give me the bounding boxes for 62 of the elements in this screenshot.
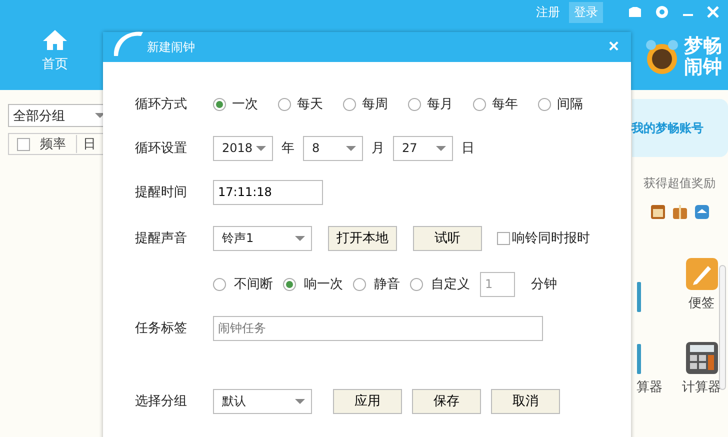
field-label: 任务标签 (135, 320, 188, 337)
group-dropdown[interactable]: 默认 (213, 388, 312, 414)
dialog-title: 新建闹钟 (147, 38, 195, 56)
unit-label: 分钟 (531, 276, 557, 293)
unit-label: 日 (460, 140, 476, 157)
tool-label[interactable]: 计算器 (682, 378, 721, 396)
checkbox-label: 响铃同时报时 (512, 230, 590, 247)
column-header: 频率 (40, 136, 66, 153)
dropdown[interactable]: 27 (393, 136, 453, 160)
radio-button[interactable] (410, 278, 423, 290)
radio-button[interactable] (213, 98, 226, 110)
field-label: 选择分组 (135, 393, 188, 410)
button[interactable]: 试听 (413, 226, 482, 250)
dropdown[interactable]: 8 (303, 136, 363, 160)
checkbox[interactable] (17, 138, 30, 150)
radio-button[interactable] (353, 278, 366, 290)
reward-text: 获得超值奖励 (644, 175, 716, 192)
tag-field[interactable]: 闹钟任务 (213, 316, 543, 340)
checkbox[interactable] (497, 232, 510, 244)
field-label: 循环设置 (135, 140, 188, 157)
option-label: 一次 (232, 96, 258, 113)
option-label: 每月 (427, 96, 453, 113)
radio-button[interactable] (538, 98, 551, 110)
tool-label[interactable]: 便签 (688, 294, 714, 312)
radio-button[interactable] (473, 98, 486, 110)
unit-label: 年 (280, 140, 296, 157)
scrollbar[interactable] (719, 265, 726, 390)
option-label: 响一次 (304, 276, 343, 293)
unit-label: 月 (370, 140, 386, 157)
option-label: 每天 (297, 96, 323, 113)
radio-button[interactable] (213, 278, 226, 290)
settings-icon[interactable] (654, 4, 670, 20)
radio-button[interactable] (278, 98, 291, 110)
field-label: 提醒声音 (135, 230, 188, 247)
button[interactable]: 取消 (491, 388, 560, 414)
close-icon[interactable] (706, 5, 720, 19)
option-label: 间隔 (557, 96, 583, 113)
gift-icon[interactable] (672, 204, 688, 220)
button[interactable]: 保存 (412, 388, 481, 414)
option-label: 自定义 (431, 276, 470, 293)
calendar-icon[interactable] (650, 204, 666, 220)
option-label: 静音 (374, 276, 400, 293)
field-label: 循环方式 (135, 96, 188, 113)
option-label: 每年 (492, 96, 518, 113)
radio-button[interactable] (408, 98, 421, 110)
calculator-icon[interactable] (686, 342, 718, 374)
time-field[interactable]: 17:11:18 (213, 180, 323, 204)
option-label: 每周 (362, 96, 388, 113)
radio-button[interactable] (343, 98, 356, 110)
field-label: 提醒时间 (135, 184, 188, 201)
radio-button[interactable] (283, 278, 296, 290)
column-header: 日 (76, 135, 96, 153)
pencil-icon[interactable] (686, 258, 718, 290)
option-label: 不间断 (234, 276, 273, 293)
logo-text: 梦畅 闹钟 (684, 36, 722, 78)
home-icon (42, 29, 68, 51)
button[interactable]: 打开本地 (328, 226, 397, 250)
alarm-clock-icon (644, 39, 680, 75)
dropdown[interactable]: 2018 (213, 136, 273, 160)
sound-dropdown[interactable]: 铃声1 (213, 226, 312, 250)
tool-label[interactable]: 算器 (636, 378, 662, 396)
button[interactable]: 应用 (333, 388, 402, 414)
